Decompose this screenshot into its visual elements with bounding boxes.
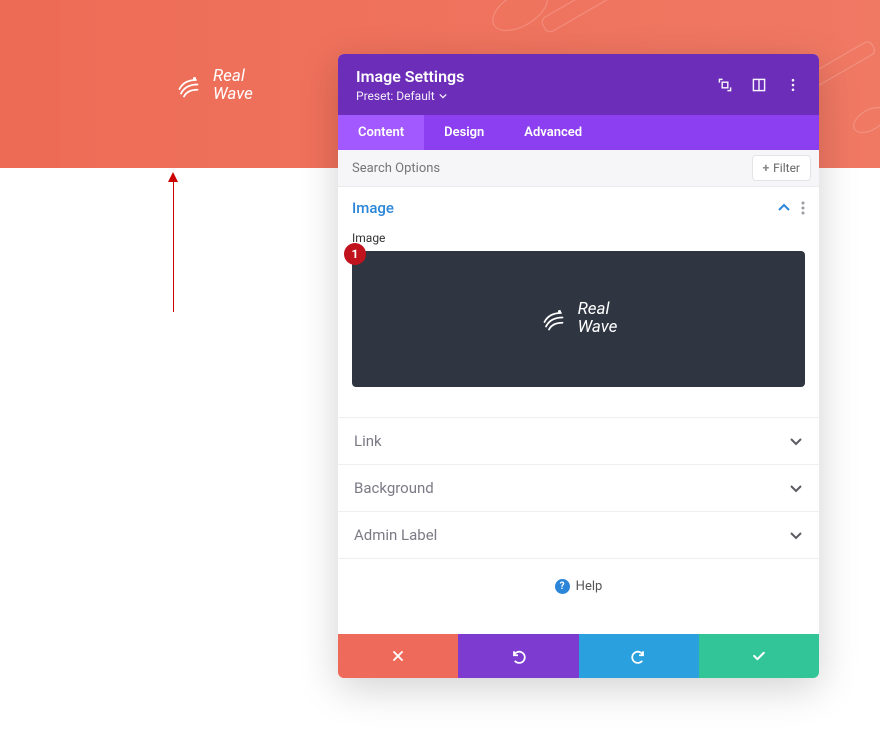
preview-mark-icon — [540, 304, 570, 334]
chevron-down-icon — [789, 481, 803, 495]
help-label: Help — [576, 579, 603, 594]
modal-title: Image Settings — [356, 67, 464, 86]
settings-tabs: Content Design Advanced — [338, 115, 819, 150]
annotation-arrow — [173, 178, 174, 312]
cancel-button[interactable] — [338, 634, 458, 678]
modal-footer — [338, 634, 819, 678]
filter-label: Filter — [773, 161, 800, 175]
accordion-label: Link — [354, 432, 382, 450]
accordion-label: Admin Label — [354, 526, 437, 544]
preset-label: Preset: Default — [356, 89, 435, 103]
brand-mark-icon — [175, 71, 205, 101]
kebab-icon[interactable] — [785, 77, 801, 93]
section-kebab-icon[interactable] — [801, 201, 805, 215]
filter-button[interactable]: + Filter — [752, 155, 811, 181]
preview-brand-line2: Wave — [578, 317, 618, 337]
help-link[interactable]: ? Help — [338, 559, 819, 598]
accordion: Link Background Admin Label — [338, 417, 819, 559]
image-preview[interactable]: 1 Real Wave — [352, 251, 805, 387]
hero-left-stripe — [0, 0, 60, 168]
search-input[interactable] — [352, 161, 752, 176]
chevron-down-icon — [789, 434, 803, 448]
caret-down-icon — [439, 92, 447, 100]
close-icon — [390, 648, 406, 664]
tab-advanced[interactable]: Advanced — [504, 115, 602, 150]
redo-icon — [631, 648, 647, 664]
brand-text: Real Wave — [213, 68, 253, 104]
chevron-up-icon[interactable] — [777, 201, 791, 215]
modal-body: Image Image 1 Real — [338, 187, 819, 634]
image-settings-modal: Image Settings Preset: Default Content D… — [338, 54, 819, 678]
tab-design[interactable]: Design — [424, 115, 504, 150]
save-button[interactable] — [699, 634, 819, 678]
check-icon — [751, 648, 767, 664]
tab-content[interactable]: Content — [338, 115, 424, 150]
modal-header: Image Settings Preset: Default — [338, 54, 819, 115]
expand-icon[interactable] — [717, 77, 733, 93]
columns-icon[interactable] — [751, 77, 767, 93]
accordion-link[interactable]: Link — [338, 418, 819, 465]
undo-button[interactable] — [458, 634, 578, 678]
accordion-admin-label[interactable]: Admin Label — [338, 512, 819, 559]
chevron-down-icon — [789, 528, 803, 542]
search-row: + Filter — [338, 150, 819, 187]
preset-selector[interactable]: Preset: Default — [356, 89, 464, 103]
image-field-label: Image — [338, 225, 819, 251]
preview-logo: Real Wave — [540, 301, 618, 337]
brand-line2: Wave — [213, 84, 253, 104]
accordion-label: Background — [354, 479, 434, 497]
redo-button[interactable] — [579, 634, 699, 678]
section-title: Image — [352, 199, 394, 217]
undo-icon — [510, 648, 526, 664]
section-image-header[interactable]: Image — [338, 187, 819, 225]
accordion-background[interactable]: Background — [338, 465, 819, 512]
help-icon: ? — [555, 579, 570, 594]
plus-icon: + — [763, 161, 770, 175]
brand-logo: Real Wave — [175, 68, 253, 104]
annotation-badge: 1 — [344, 243, 366, 265]
